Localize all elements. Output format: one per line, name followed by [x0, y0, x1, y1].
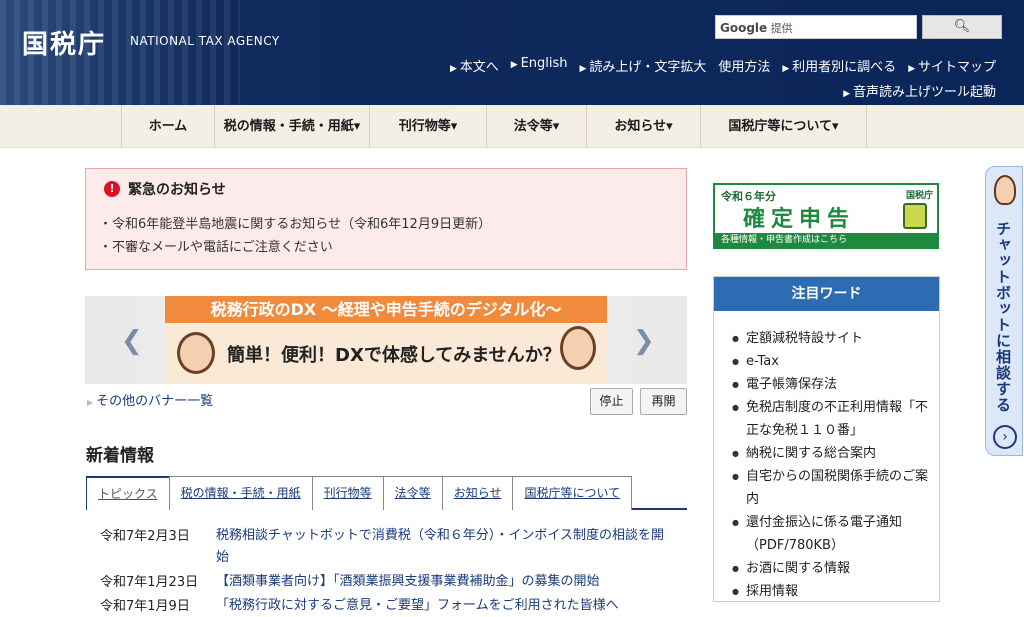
person-illustration-right [560, 326, 596, 370]
link-voice-tool[interactable]: 音声読み上げツール起動 [843, 81, 996, 100]
banner-slide[interactable]: 税務行政のDX ～経理や申告手続のデジタル化～ 簡単！便利！DXで体感してみませ… [165, 296, 607, 384]
link-read-aloud[interactable]: 読み上げ・文字拡大 [580, 56, 706, 75]
kakutei-banner[interactable]: 令和６年分 国税庁 確定申告 各種情報・申告書作成はこちら [713, 183, 939, 249]
emergency-link-scam[interactable]: ・不審なメールや電話にご注意ください [99, 236, 333, 255]
site-logo-en: NATIONAL TAX AGENCY [130, 34, 280, 48]
chumoku-item[interactable]: 採用情報 [732, 580, 939, 603]
news-link[interactable]: 【酒類事業者向け】「酒類業振興支援事業費補助金」の募集の開始 [216, 571, 676, 593]
news-date: 令和7年1月9日 [100, 599, 190, 614]
news-link[interactable]: 税務相談チャットボットで消費税（令和６年分）・インボイス制度の相談を開始 [216, 525, 676, 569]
tab-notices[interactable]: お知らせ [441, 476, 514, 510]
chevron-right-circle-icon[interactable]: › [993, 425, 1017, 449]
chevron-right-icon[interactable]: ❯ [633, 326, 655, 356]
news-heading: 新着情報 [86, 446, 154, 466]
news-date: 令和7年2月3日 [100, 529, 190, 544]
chumoku-item[interactable]: お酒に関する情報 [732, 557, 939, 580]
search-brand: Google [720, 21, 768, 35]
more-banners-link[interactable]: その他のバナー一覧 [87, 390, 213, 409]
news-date: 令和7年1月23日 [100, 575, 199, 590]
search-button[interactable]: 🔍︎ [922, 15, 1002, 39]
site-logo[interactable]: 国税庁 [22, 24, 106, 61]
news-link[interactable]: 「税務行政に対するご意見・ご要望」フォームをご利用された皆様へ [216, 595, 676, 617]
banner-carousel[interactable]: ❮ 税務行政のDX ～経理や申告手続のデジタル化～ 簡単！便利！DXで体感してみ… [85, 296, 687, 384]
alert-icon: ! [104, 181, 120, 197]
banner-top-text: 税務行政のDX ～経理や申告手続のデジタル化～ [165, 296, 607, 323]
chatbot-avatar-icon [994, 175, 1016, 205]
chumoku-item[interactable]: e-Tax [732, 350, 939, 373]
magnifier-icon: 🔍︎ [953, 19, 971, 34]
person-illustration-left [177, 332, 215, 374]
tab-tax-info[interactable]: 税の情報・手続・用紙 [168, 476, 313, 510]
nav-tax-info[interactable]: 税の情報・手続・用紙▾ [214, 105, 369, 148]
chatbot-launcher[interactable]: チャットボットに相談する › [985, 166, 1023, 456]
chumoku-item[interactable]: 免税店制度の不正利用情報「不正な免税１１０番」 [732, 396, 939, 442]
emergency-title: 緊急のお知らせ [128, 182, 226, 198]
resume-button[interactable]: 再開 [640, 388, 687, 415]
nav-about[interactable]: 国税庁等について▾ [700, 105, 867, 148]
kakutei-title: 確定申告 [743, 207, 856, 232]
global-nav: ホーム 税の情報・手続・用紙▾ 刊行物等▾ 法令等▾ お知らせ▾ 国税庁等につい… [0, 105, 1024, 148]
nav-home[interactable]: ホーム [121, 105, 214, 148]
link-sitemap[interactable]: サイトマップ [908, 56, 996, 75]
mascot-illustration [903, 203, 927, 229]
tab-laws[interactable]: 法令等 [382, 476, 443, 510]
link-by-user[interactable]: 利用者別に調べる [782, 56, 896, 75]
kakutei-brand: 国税庁 [905, 191, 933, 201]
emergency-notice: ! 緊急のお知らせ ・令和6年能登半島地震に関するお知らせ（令和6年12月9日更新… [85, 168, 687, 270]
chumoku-item[interactable]: 定額減税特設サイト [732, 327, 939, 350]
kakutei-sub: 各種情報・申告書作成はこちら [715, 233, 937, 247]
chumoku-box: 注目ワード 定額減税特設サイト e-Tax 電子帳簿保存法 免税店制度の不正利用… [713, 276, 940, 603]
link-english[interactable]: English [511, 56, 568, 75]
chumoku-item[interactable]: 自宅からの国税関係手続のご案内 [732, 465, 939, 511]
chumoku-heading: 注目ワード [714, 277, 939, 311]
link-howto[interactable]: 使用方法 [718, 56, 770, 75]
nav-publications[interactable]: 刊行物等▾ [369, 105, 486, 148]
tab-publications[interactable]: 刊行物等 [311, 476, 384, 510]
header-links: 本文へ English 読み上げ・文字拡大 使用方法 利用者別に調べる サイトマ… [450, 56, 996, 75]
banner-main-text: 簡単！便利！DXで体感してみませんか？ [227, 345, 561, 366]
nav-laws[interactable]: 法令等▾ [486, 105, 586, 148]
nav-notices[interactable]: お知らせ▾ [586, 105, 700, 148]
tab-about[interactable]: 国税庁等について [512, 476, 633, 510]
emergency-link-noto[interactable]: ・令和6年能登半島地震に関するお知らせ（令和6年12月9日更新） [99, 213, 491, 232]
chumoku-item[interactable]: 電子帳簿保存法 [732, 373, 939, 396]
chumoku-item[interactable]: 還付金振込に係る電子通知（PDF/780KB） [732, 511, 939, 557]
tab-topics[interactable]: トピックス [86, 476, 170, 510]
link-skip-to-content[interactable]: 本文へ [450, 56, 499, 75]
news-tabs: トピックス 税の情報・手続・用紙 刊行物等 法令等 お知らせ 国税庁等について [86, 476, 687, 510]
chumoku-item[interactable]: 納税に関する総合案内 [732, 442, 939, 465]
chevron-left-icon[interactable]: ❮ [121, 326, 143, 356]
search-brand-suffix: 提供 [770, 22, 793, 35]
stop-button[interactable]: 停止 [590, 388, 633, 415]
chatbot-label: チャットボットに相談する [994, 221, 1012, 413]
site-header: 国税庁 NATIONAL TAX AGENCY Google 提供 🔍︎ 本文へ… [0, 0, 1024, 105]
search-input[interactable]: Google 提供 [715, 15, 917, 39]
